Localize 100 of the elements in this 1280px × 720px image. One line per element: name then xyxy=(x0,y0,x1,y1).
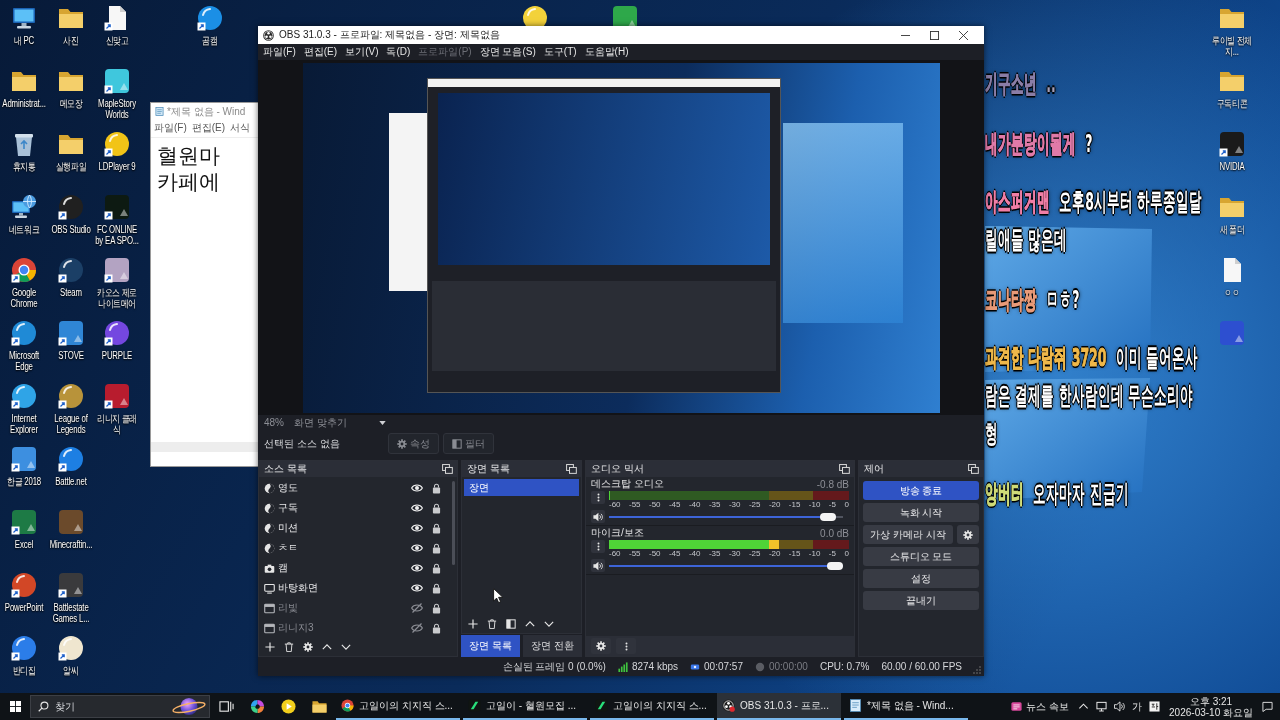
chevron-up-icon[interactable] xyxy=(322,642,332,652)
desktop-icon-label[interactable]: 알씨 xyxy=(48,665,94,676)
menu-item[interactable]: 도움말(H) xyxy=(580,45,633,59)
scene-item[interactable]: 장면 xyxy=(464,479,579,496)
channel-menu-button[interactable] xyxy=(591,491,605,504)
eye-icon[interactable] xyxy=(411,502,423,514)
news-widget-button[interactable]: 뉴스 속보 xyxy=(1009,699,1072,714)
source-item[interactable]: 리빛 xyxy=(259,598,457,618)
trash-icon[interactable] xyxy=(487,619,497,629)
lock-icon[interactable] xyxy=(432,562,441,574)
menu-item[interactable]: 편집(E) xyxy=(299,45,342,59)
lock-icon[interactable] xyxy=(432,502,441,514)
desktop-icon-label[interactable]: 곰캠 xyxy=(187,35,233,46)
slider-handle[interactable] xyxy=(827,561,843,570)
control-button[interactable]: 방송 종료 xyxy=(863,481,979,500)
desktop-icon-label[interactable]: 구독티콘 xyxy=(1209,98,1255,109)
control-button[interactable]: 녹화 시작 xyxy=(863,503,979,522)
lock-icon[interactable] xyxy=(432,582,441,594)
desktop-icon-label[interactable]: Excel xyxy=(1,539,47,550)
menu-item[interactable]: 파일(F) xyxy=(259,45,300,59)
desktop-icon-label[interactable]: STOVE xyxy=(48,350,94,361)
round-app-icon[interactable] xyxy=(11,383,38,409)
eye-icon[interactable] xyxy=(411,582,423,594)
desktop-icon-label[interactable]: 신맞고 xyxy=(94,35,140,46)
desktop-icon-label[interactable]: Battlestate Games L... xyxy=(48,602,94,624)
app-tile-icon[interactable] xyxy=(1219,320,1246,346)
scrollbar[interactable] xyxy=(151,442,258,452)
network-icon[interactable] xyxy=(1096,701,1108,712)
desktop-icon-label[interactable]: 새 폴더 xyxy=(1209,224,1255,235)
round-app-icon[interactable] xyxy=(57,383,84,409)
app-tile-icon[interactable] xyxy=(57,320,84,346)
menu-item[interactable]: 편집(E) xyxy=(191,121,226,135)
round-app-icon[interactable] xyxy=(11,572,38,598)
close-icon[interactable] xyxy=(959,30,968,40)
folder-icon[interactable] xyxy=(312,699,327,714)
desktop-icon-label[interactable]: Steam xyxy=(48,287,94,298)
browser-icon[interactable] xyxy=(11,257,38,283)
channel-menu-button[interactable] xyxy=(591,540,605,553)
search-field[interactable]: 찾기 xyxy=(30,695,210,718)
planet-icon[interactable] xyxy=(171,696,207,717)
dots-menu-icon[interactable] xyxy=(596,542,600,551)
round-app-icon[interactable] xyxy=(57,635,84,661)
desktop-icon-label[interactable]: Administrat... xyxy=(1,98,47,109)
desktop-icon-label[interactable]: 내 PC xyxy=(1,35,47,46)
app-tile-icon[interactable] xyxy=(612,5,638,26)
desktop-icon-label[interactable]: Minecraftin... xyxy=(48,539,94,550)
lock-icon[interactable] xyxy=(432,622,441,634)
round-app-icon[interactable] xyxy=(11,320,38,346)
desktop-icon-label[interactable]: NVIDIA xyxy=(1209,161,1255,172)
round-app-icon[interactable] xyxy=(522,5,548,26)
undock-icon[interactable] xyxy=(839,464,850,474)
round-app-icon[interactable] xyxy=(104,131,131,157)
source-item[interactable]: 미션 xyxy=(259,518,457,538)
desktop-icon-label[interactable]: MapleStory Worlds xyxy=(94,98,140,120)
source-item[interactable]: 영도 xyxy=(259,478,457,498)
round-app-icon[interactable] xyxy=(57,257,84,283)
menu-item[interactable]: 도구(T) xyxy=(539,45,581,59)
app-tile-icon[interactable] xyxy=(104,68,131,94)
taskbar-button[interactable]: 고일이 - 혈원모집 ... xyxy=(463,693,587,720)
lock-icon[interactable] xyxy=(432,482,441,494)
desktop-icon-label[interactable]: 사진 xyxy=(48,35,94,46)
round-app-icon[interactable] xyxy=(104,320,131,346)
round-app-icon[interactable] xyxy=(57,446,84,472)
taskbar-button[interactable]: 고일이의 치지직 스... xyxy=(336,693,460,720)
source-item[interactable]: 리니지3 xyxy=(259,618,457,638)
dots-menu-icon[interactable] xyxy=(596,493,600,502)
chevron-down-icon[interactable] xyxy=(341,642,351,652)
notification-icon[interactable] xyxy=(1262,701,1273,712)
desktop-icon-label[interactable]: 리니지 클래식 xyxy=(94,413,140,435)
desktop-icon-label[interactable]: 한글 2018 xyxy=(1,476,47,487)
round-app-icon[interactable] xyxy=(11,635,38,661)
scale-mode-dropdown[interactable]: 화면 맞추기 xyxy=(292,415,388,430)
dock-tab[interactable]: 장면 목록 xyxy=(461,635,520,657)
source-item[interactable]: 바탕화면 xyxy=(259,578,457,598)
dock-tab[interactable]: 장면 전환 xyxy=(522,635,582,657)
menu-item[interactable]: 보기(V) xyxy=(341,45,383,59)
desktop-icon-label[interactable]: Internet Explorer xyxy=(1,413,47,435)
chevron-down-icon[interactable] xyxy=(544,619,554,629)
resize-grip-icon[interactable] xyxy=(973,666,981,674)
menu-item[interactable]: 장면 모음(S) xyxy=(475,45,540,59)
app-tile-icon[interactable] xyxy=(57,572,84,598)
eye-slash-icon[interactable] xyxy=(411,622,423,634)
source-item[interactable]: 캠 xyxy=(259,558,457,578)
input-mode-button[interactable]: 가 xyxy=(1132,699,1143,714)
app-tile-icon[interactable] xyxy=(11,509,38,535)
undock-icon[interactable] xyxy=(566,464,577,474)
gear-icon[interactable] xyxy=(303,642,313,652)
play-circle-icon[interactable] xyxy=(281,699,296,714)
plus-icon[interactable] xyxy=(265,642,275,652)
app-tile-icon[interactable] xyxy=(1219,131,1246,157)
lock-icon[interactable] xyxy=(432,542,441,554)
desktop-icon-label[interactable]: LDPlayer 9 xyxy=(94,161,140,172)
mute-button[interactable] xyxy=(591,559,605,572)
filter-icon[interactable] xyxy=(506,619,516,629)
taskbar-button[interactable]: 고일이의 치지직 스... xyxy=(590,693,714,720)
desktop-icon-label[interactable]: FC ONLINE by EA SPO... xyxy=(94,224,140,246)
desktop-icon-label[interactable]: 네트워크 xyxy=(1,224,47,235)
desktop-icon-label[interactable]: 루이빌 전체지... xyxy=(1209,35,1255,57)
slider-handle[interactable] xyxy=(820,512,837,521)
eye-icon[interactable] xyxy=(411,522,423,534)
